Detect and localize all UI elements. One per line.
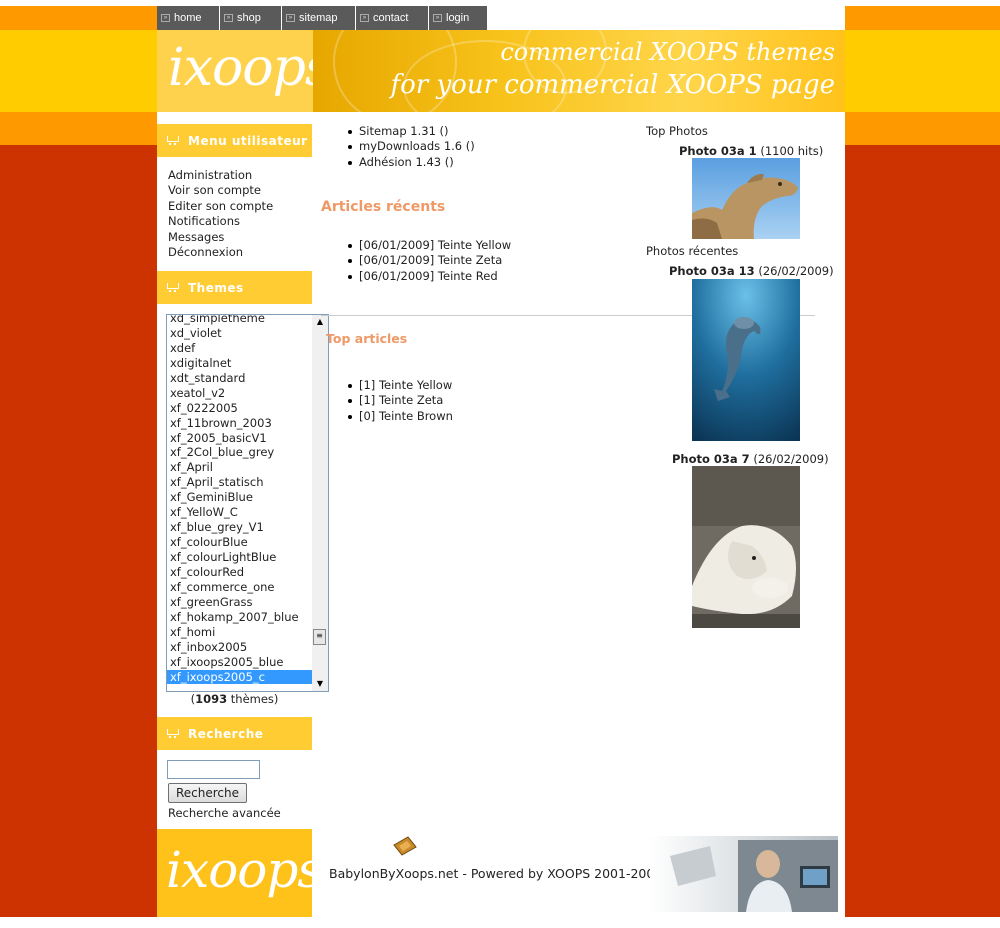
nav-login-link[interactable]: » login bbox=[429, 6, 488, 30]
scroll-up-arrow-icon[interactable]: ▲ bbox=[314, 316, 326, 328]
nav-contact-link[interactable]: » contact bbox=[356, 6, 429, 30]
theme-option[interactable]: xdef bbox=[167, 341, 312, 356]
advanced-search-link[interactable]: Recherche avancée bbox=[168, 806, 281, 820]
theme-option[interactable]: xeatol_v2 bbox=[167, 386, 312, 401]
xoops-icon bbox=[392, 835, 418, 857]
theme-option[interactable]: xf_April bbox=[167, 460, 312, 475]
themes-title: Themes bbox=[157, 271, 312, 304]
menu-item-administration[interactable]: Administration bbox=[168, 168, 273, 183]
theme-option[interactable]: xf_colourLightBlue bbox=[167, 550, 312, 565]
theme-option[interactable]: xdigitalnet bbox=[167, 356, 312, 371]
module-link[interactable]: Adhésion 1.43 () bbox=[346, 155, 475, 170]
theme-select-list[interactable]: xd_simpletheme xd_violet xdef xdigitalnet xd… bbox=[166, 314, 329, 692]
dolphin-photo[interactable] bbox=[692, 279, 800, 441]
recent-articles-list: [06/01/2009] Teinte Yellow [06/01/2009] … bbox=[346, 238, 511, 284]
list-item[interactable]: [1] Teinte Yellow bbox=[346, 378, 453, 393]
theme-option[interactable]: xf_commerce_one bbox=[167, 580, 312, 595]
search-input[interactable] bbox=[167, 760, 260, 779]
cart-icon bbox=[167, 729, 179, 738]
modules-list: Sitemap 1.31 () myDownloads 1.6 () Adhés… bbox=[346, 124, 475, 170]
nav-shop-link[interactable]: » shop bbox=[220, 6, 282, 30]
list-item[interactable]: [06/01/2009] Teinte Red bbox=[346, 269, 511, 284]
theme-option[interactable]: xf_YelloW_C bbox=[167, 505, 312, 520]
arrow-icon: » bbox=[360, 14, 369, 22]
user-menu: Administration Voir son compte Editer so… bbox=[168, 168, 273, 260]
menu-item-logout[interactable]: Déconnexion bbox=[168, 245, 273, 260]
theme-option[interactable]: xf_ixoops2005_blue bbox=[167, 655, 312, 670]
top-nav: » home » shop » sitemap » contact » login bbox=[157, 6, 488, 30]
module-link[interactable]: Sitemap 1.31 () bbox=[346, 124, 475, 139]
arrow-icon: » bbox=[224, 14, 233, 22]
theme-option[interactable]: xf_greenGrass bbox=[167, 595, 312, 610]
menu-item-notifications[interactable]: Notifications bbox=[168, 214, 273, 229]
list-item[interactable]: [06/01/2009] Teinte Yellow bbox=[346, 238, 511, 253]
top-articles-title: Top articles bbox=[326, 331, 408, 346]
camel-photo[interactable] bbox=[692, 158, 800, 239]
arrow-icon: » bbox=[161, 14, 170, 22]
theme-option[interactable]: xf_2005_basicV1 bbox=[167, 431, 312, 446]
theme-option[interactable]: xd_simpletheme bbox=[167, 315, 312, 326]
theme-option[interactable]: xd_violet bbox=[167, 326, 312, 341]
arrow-icon: » bbox=[433, 14, 442, 22]
nav-home-link[interactable]: » home bbox=[157, 6, 220, 30]
list-item[interactable]: [1] Teinte Zeta bbox=[346, 393, 453, 408]
photo-caption[interactable]: Photo 03a 7 (26/02/2009) bbox=[672, 452, 829, 466]
recent-photos-title: Photos récentes bbox=[646, 244, 739, 258]
search-title: Recherche bbox=[157, 717, 312, 750]
theme-option[interactable]: xf_ixoops2005_c bbox=[167, 669, 312, 685]
nav-sitemap-link[interactable]: » sitemap bbox=[282, 6, 356, 30]
theme-option[interactable]: xdt_standard bbox=[167, 371, 312, 386]
photo-caption[interactable]: Photo 03a 1 (1100 hits) bbox=[679, 144, 823, 158]
theme-option[interactable]: xf_0222005 bbox=[167, 401, 312, 416]
header-banner: commercial XOOPS themes for your commerc… bbox=[313, 30, 845, 112]
cart-icon bbox=[167, 136, 179, 145]
theme-option[interactable]: xf_11brown_2003 bbox=[167, 416, 312, 431]
theme-option[interactable]: xf_blue_grey_V1 bbox=[167, 520, 312, 535]
list-item[interactable]: [0] Teinte Brown bbox=[346, 409, 453, 424]
cart-icon bbox=[167, 283, 179, 292]
search-button[interactable]: Recherche bbox=[168, 783, 247, 803]
theme-option[interactable]: xf_2Col_blue_grey bbox=[167, 445, 312, 460]
polar-bear-photo[interactable] bbox=[692, 466, 800, 628]
theme-option[interactable]: xf_colourRed bbox=[167, 565, 312, 580]
theme-option[interactable]: xf_hokamp_2007_blue bbox=[167, 610, 312, 625]
top-photos-title: Top Photos bbox=[646, 124, 708, 138]
scrollbar[interactable]: ▲ ≡ ▼ bbox=[312, 315, 328, 691]
banner-tagline-2: for your commercial XOOPS page bbox=[390, 70, 835, 100]
top-articles-list: [1] Teinte Yellow [1] Teinte Zeta [0] Te… bbox=[346, 378, 453, 424]
arrow-icon: » bbox=[286, 14, 295, 22]
theme-option[interactable]: xf_homi bbox=[167, 625, 312, 640]
user-menu-title: Menu utilisateur bbox=[157, 124, 312, 157]
menu-item-edit-account[interactable]: Editer son compte bbox=[168, 199, 273, 214]
theme-option[interactable]: xf_inbox2005 bbox=[167, 640, 312, 655]
footer-logo: ixoops bbox=[166, 841, 323, 899]
theme-option[interactable]: xf_April_statisch bbox=[167, 475, 312, 490]
banner-tagline-1: commercial XOOPS themes bbox=[500, 38, 835, 66]
theme-options: xd_simpletheme xd_violet xdef xdigitalnet xd… bbox=[167, 315, 312, 685]
footer-office-photo bbox=[650, 836, 838, 912]
menu-item-messages[interactable]: Messages bbox=[168, 230, 273, 245]
list-item[interactable]: [06/01/2009] Teinte Zeta bbox=[346, 253, 511, 268]
recent-articles-title: Articles récents bbox=[321, 199, 446, 215]
theme-count: (1093 thèmes) bbox=[190, 692, 279, 706]
module-link[interactable]: myDownloads 1.6 () bbox=[346, 139, 475, 154]
theme-option[interactable]: xf_GeminiBlue bbox=[167, 490, 312, 505]
theme-option[interactable]: xf_colourBlue bbox=[167, 535, 312, 550]
menu-item-view-account[interactable]: Voir son compte bbox=[168, 183, 273, 198]
scroll-thumb[interactable]: ≡ bbox=[313, 629, 326, 645]
photo-caption[interactable]: Photo 03a 13 (26/02/2009) bbox=[669, 264, 834, 278]
scroll-down-arrow-icon[interactable]: ▼ bbox=[314, 678, 326, 690]
